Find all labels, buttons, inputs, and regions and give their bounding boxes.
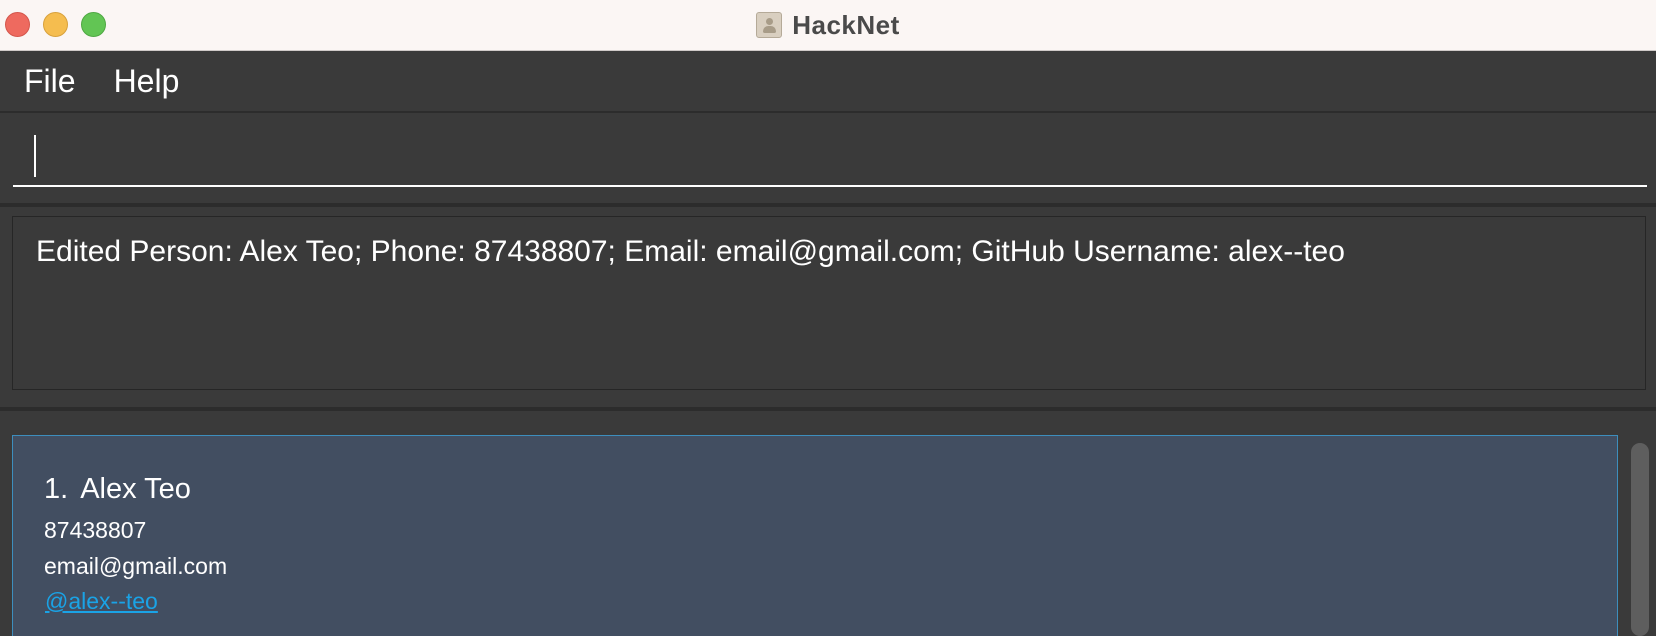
menu-file[interactable]: File	[24, 63, 76, 100]
window-title: HackNet	[792, 9, 900, 40]
person-phone: 87438807	[44, 517, 147, 543]
person-index: 1.	[44, 473, 69, 505]
menu-help[interactable]: Help	[114, 63, 180, 100]
text-caret	[34, 135, 36, 177]
app-window: HackNet File Help Edited Person: Alex Te…	[0, 0, 1656, 636]
person-card[interactable]: 1. Alex Teo 87438807 email@gmail.com @ale…	[12, 435, 1618, 636]
result-display[interactable]: Edited Person: Alex Teo; Phone: 87438807…	[12, 216, 1646, 390]
person-list: 1. Alex Teo 87438807 email@gmail.com @ale…	[0, 411, 1656, 636]
menu-bar: File Help	[0, 51, 1656, 113]
command-box-container	[0, 113, 1656, 207]
command-input[interactable]	[13, 125, 1647, 187]
person-name-line: 1. Alex Teo	[44, 473, 191, 506]
result-display-container: Edited Person: Alex Teo; Phone: 87438807…	[0, 207, 1656, 411]
scrollbar-thumb[interactable]	[1631, 443, 1649, 636]
person-email: email@gmail.com	[44, 553, 228, 579]
title-bar: HackNet	[0, 0, 1656, 51]
person-name: Alex Teo	[80, 473, 191, 505]
result-message: Edited Person: Alex Teo; Phone: 87438807…	[36, 235, 1345, 268]
person-github-link[interactable]: @alex--teo	[45, 588, 158, 615]
list-scrollbar[interactable]	[1630, 443, 1650, 636]
window-title-group: HackNet	[0, 0, 1656, 50]
contact-book-icon	[756, 12, 783, 38]
